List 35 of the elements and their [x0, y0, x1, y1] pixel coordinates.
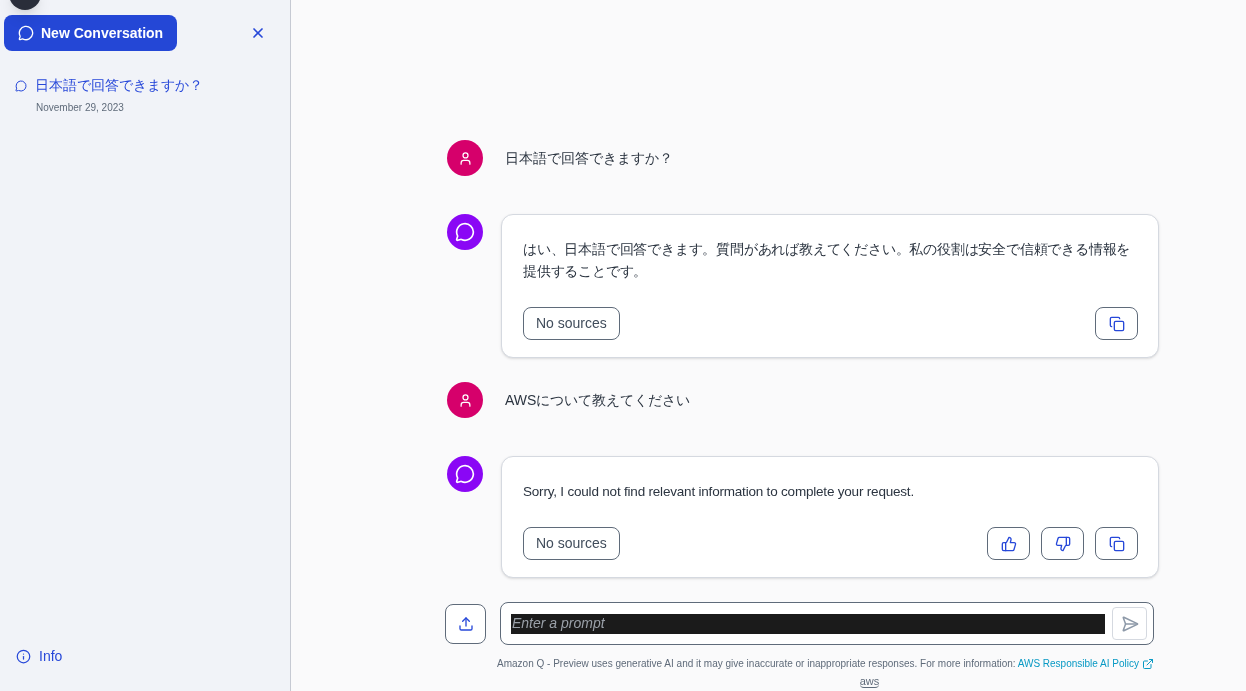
- send-button[interactable]: [1112, 607, 1147, 640]
- copy-button[interactable]: [1095, 307, 1138, 340]
- chat-bubble-icon: [455, 222, 475, 242]
- disclaimer-text: Amazon Q - Preview uses generative AI and it may give inaccurate or inappropriate responses. For more information:: [497, 657, 1016, 671]
- copy-button[interactable]: [1095, 527, 1138, 560]
- send-icon: [1120, 614, 1139, 633]
- info-icon: [16, 649, 31, 664]
- new-conversation-button[interactable]: New Conversation: [4, 15, 178, 51]
- conversation-date: November 29, 2023: [35, 101, 125, 115]
- person-icon: [457, 392, 473, 408]
- conversation-title: 日本語で回答できますか？: [35, 76, 203, 95]
- chat-bubble-icon: [455, 464, 475, 484]
- thumbs-up-button[interactable]: [987, 527, 1030, 560]
- thumbs-down-button[interactable]: [1041, 527, 1084, 560]
- response-text: Sorry, I could not find relevant information to complete your request.: [523, 483, 915, 501]
- person-icon: [457, 150, 473, 166]
- copy-icon: [1108, 535, 1125, 552]
- sources-button[interactable]: No sources: [523, 527, 620, 560]
- chat-bubble-icon: [15, 79, 27, 92]
- prompt-field[interactable]: Enter a prompt: [500, 602, 1154, 645]
- chat-bubble-icon: [18, 25, 34, 41]
- copy-icon: [1108, 315, 1125, 332]
- close-icon[interactable]: [250, 25, 266, 41]
- thumbs-down-icon: [1054, 535, 1071, 552]
- thumbs-up-icon: [1000, 535, 1017, 552]
- sources-button[interactable]: No sources: [523, 307, 620, 340]
- conversation-item[interactable]: 日本語で回答できますか？ November 29, 2023: [15, 75, 290, 115]
- upload-icon: [457, 615, 474, 632]
- user-message: AWSについて教えてください: [505, 390, 691, 410]
- info-link[interactable]: Info: [16, 646, 290, 667]
- response-text: はい、日本語で回答できます。質問があれば教えてください。私の役割は安全で信頼できる情報を提供することです。: [523, 241, 1132, 281]
- aws-logo: aws: [859, 675, 880, 688]
- external-link-icon: [1142, 657, 1154, 670]
- user-message: 日本語で回答できますか？: [505, 148, 673, 168]
- upload-button[interactable]: [445, 603, 486, 644]
